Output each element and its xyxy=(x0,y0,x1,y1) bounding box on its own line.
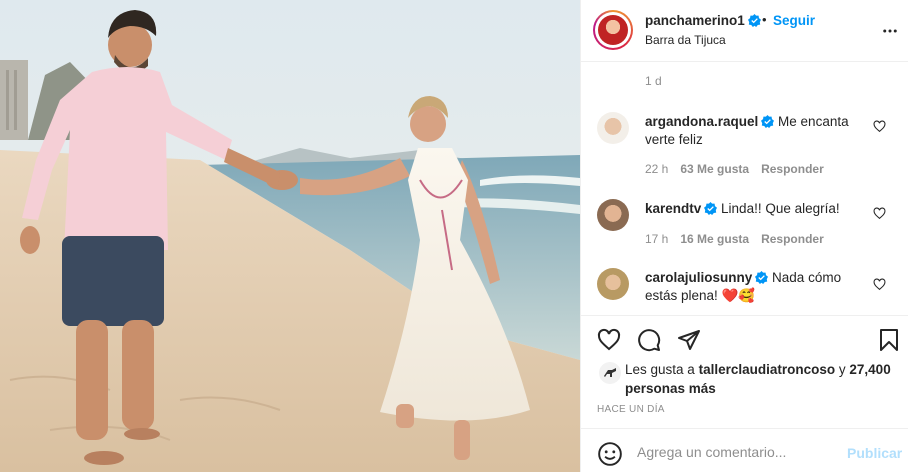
reply-button[interactable]: Responder xyxy=(761,232,824,246)
reply-button[interactable]: Responder xyxy=(761,162,824,176)
verified-icon xyxy=(761,115,775,128)
post-timestamp[interactable]: HACE UN DÍA xyxy=(597,404,665,415)
comment-likes[interactable]: 63 Me gusta xyxy=(680,162,749,176)
comment-meta: 17 h 16 Me gusta Responder xyxy=(645,232,836,246)
commenter-avatar[interactable] xyxy=(597,199,629,231)
commenter-avatar[interactable] xyxy=(597,112,629,144)
post-header: panchamerino1 • Seguir Barra da Tijuca xyxy=(581,0,908,62)
heart-icon[interactable] xyxy=(873,278,886,291)
commenter-avatar[interactable] xyxy=(597,268,629,300)
author-avatar[interactable] xyxy=(593,10,633,50)
commenter-username[interactable]: argandona.raquel xyxy=(645,114,758,129)
post-location[interactable]: Barra da Tijuca xyxy=(645,33,726,47)
follow-button[interactable]: Seguir xyxy=(773,13,815,28)
comment-time: 22 h xyxy=(645,162,669,176)
verified-icon xyxy=(747,14,761,27)
comment-meta: 22 h 63 Me gusta Responder xyxy=(645,162,836,176)
comment-body: Linda!! Que alegría! xyxy=(721,201,840,216)
commenter-username[interactable]: karendtv xyxy=(645,201,701,216)
liker-avatar-icon[interactable] xyxy=(599,362,621,384)
heart-icon[interactable] xyxy=(597,328,621,352)
post-photo[interactable] xyxy=(0,0,580,472)
action-bar xyxy=(581,315,908,363)
heart-icon[interactable] xyxy=(873,207,886,220)
post-sidebar: panchamerino1 • Seguir Barra da Tijuca 1… xyxy=(580,0,908,472)
comment-text: argandona.raquel Me encanta verte feliz xyxy=(645,113,865,149)
post-age: 1 d xyxy=(645,74,662,88)
liker-username[interactable]: tallerclaudiatroncoso xyxy=(699,362,836,377)
author-username[interactable]: panchamerino1 xyxy=(645,13,761,28)
verified-icon xyxy=(704,202,718,215)
save-icon[interactable] xyxy=(877,328,901,352)
verified-icon xyxy=(755,271,769,284)
likes-summary: Les gusta a tallerclaudiatroncoso y 27,4… xyxy=(625,360,895,398)
heart-icon[interactable] xyxy=(873,120,886,133)
likes-prefix: Les gusta a xyxy=(625,362,695,377)
comment-likes[interactable]: 16 Me gusta xyxy=(680,232,749,246)
comment-time: 17 h xyxy=(645,232,669,246)
comment-text: carolajuliosunny Nada cómo estás plena! … xyxy=(645,269,865,305)
more-options-icon[interactable] xyxy=(881,22,899,40)
commenter-username[interactable]: carolajuliosunny xyxy=(645,270,752,285)
likes-conjunction: y xyxy=(838,362,846,377)
beach-couple-image xyxy=(0,0,580,472)
comment-text: karendtv Linda!! Que alegría! xyxy=(645,200,865,218)
header-separator: • xyxy=(762,12,767,27)
comment-icon[interactable] xyxy=(637,328,661,352)
comment-input[interactable] xyxy=(637,441,837,463)
add-comment-bar: Publicar xyxy=(581,428,908,472)
publish-button[interactable]: Publicar xyxy=(847,445,902,461)
comment-emoji: ❤️🥰 xyxy=(721,288,756,303)
share-icon[interactable] xyxy=(677,328,701,352)
emoji-icon[interactable] xyxy=(597,441,623,467)
